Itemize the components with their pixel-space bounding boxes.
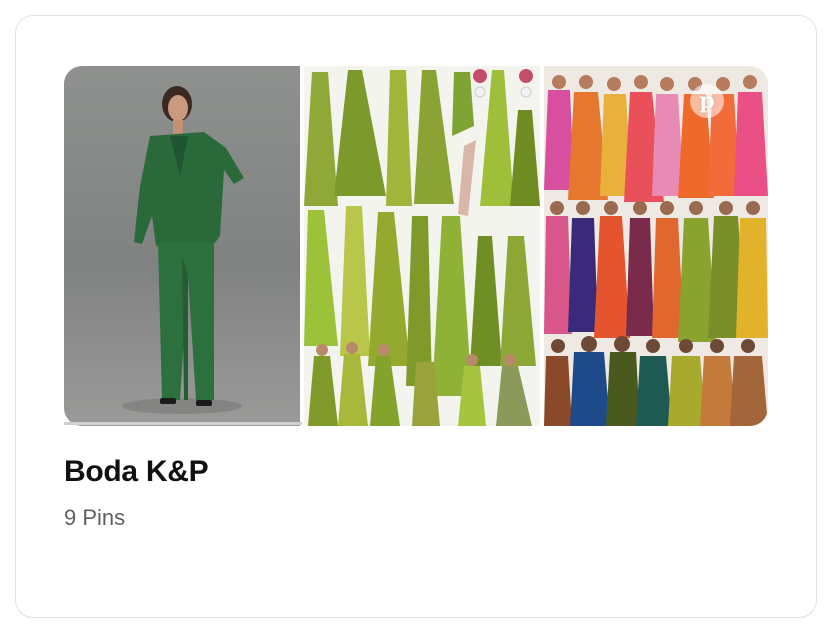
olive-dresses-illustration xyxy=(304,69,540,426)
colorful-dresses-illustration xyxy=(544,75,768,426)
board-title[interactable]: Boda K&P xyxy=(64,455,209,489)
pinterest-icon: p xyxy=(690,84,724,118)
cover-image-suit xyxy=(64,66,300,426)
board-cover-collage[interactable]: p xyxy=(64,66,768,426)
board-pin-count: 9 Pins xyxy=(64,505,126,530)
cover-image-colorful-dresses: p xyxy=(544,66,768,426)
cover-image-olive-dresses xyxy=(304,66,540,426)
image-loading-bar xyxy=(64,422,302,425)
suit-model-illustration xyxy=(122,86,244,414)
page: p Boda K&P 9 Pins xyxy=(0,0,834,634)
